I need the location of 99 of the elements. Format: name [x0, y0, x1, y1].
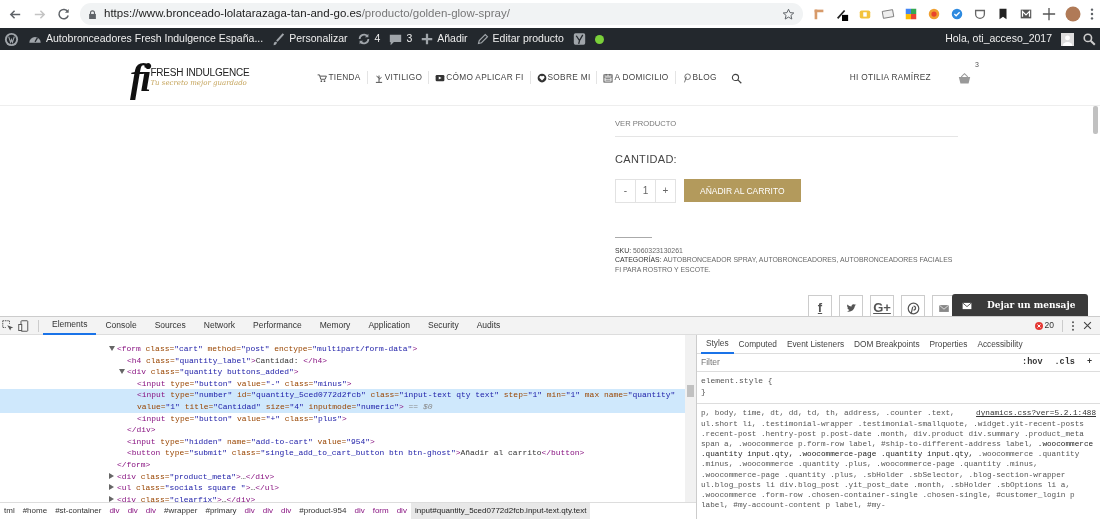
quantity-label: CANTIDAD: — [615, 152, 678, 168]
comment-icon — [389, 32, 403, 46]
close-icon[interactable] — [1083, 321, 1092, 331]
toolbar-button[interactable]: + — [1084, 356, 1094, 369]
devtools-tab[interactable]: Memory — [310, 316, 360, 335]
admin-bar-link[interactable]: Editar producto — [492, 31, 564, 47]
cart-icon — [317, 72, 328, 83]
star-icon[interactable] — [782, 7, 795, 21]
toolbar-button[interactable]: .cls — [1052, 356, 1077, 369]
devtools-tab[interactable]: Security — [418, 316, 468, 335]
brush-icon — [272, 32, 286, 46]
search-icon[interactable] — [730, 72, 742, 84]
nav-link[interactable]: BLOG — [675, 71, 723, 84]
logo-mark[interactable]: fi — [130, 57, 149, 98]
admin-bar-link[interactable]: Autobronceadores Fresh Indulgence España... — [46, 31, 264, 47]
inspect-icon[interactable] — [2, 319, 14, 332]
breadcrumb-item[interactable]: div — [123, 503, 142, 519]
nav-link[interactable]: SOBRE MI — [530, 71, 598, 84]
toolbar-button[interactable]: :hov — [1020, 356, 1045, 369]
panel-tab[interactable]: Styles — [701, 334, 734, 354]
nav-link[interactable]: A DOMICILIO — [597, 71, 676, 84]
wordpress-icon[interactable] — [4, 31, 19, 47]
devtools-tab[interactable]: Audits — [467, 316, 510, 335]
url-text: https://www.bronceado-lolatarazaga-tan-and-go.es/producto/golden-glow-spray/ — [104, 6, 510, 22]
breadcrumb-item[interactable]: #st-container — [51, 503, 106, 519]
pencil-icon — [476, 33, 489, 45]
panel-tab[interactable]: Properties — [924, 334, 973, 354]
breadcrumb-item[interactable]: input#quantity_5ced0772d2fcb.input-text.qty.text — [410, 503, 591, 519]
lock-icon — [88, 8, 97, 20]
devtools-tab[interactable]: Sources — [145, 316, 195, 335]
breadcrumb-item[interactable]: div — [141, 503, 161, 519]
breadcrumb-item[interactable]: #primary — [201, 503, 241, 519]
pin-icon — [681, 72, 692, 83]
panel-tab[interactable]: Accessibility — [972, 334, 1028, 354]
devtools-tab[interactable]: Network — [194, 316, 244, 335]
greeting-link[interactable]: Hola, oti_acceso_2017 — [945, 31, 1052, 47]
devtools-tab[interactable]: Application — [359, 316, 419, 335]
panel-tab[interactable]: DOM Breakpoints — [849, 334, 925, 354]
heart-icon — [536, 72, 547, 83]
search-icon[interactable] — [1083, 32, 1096, 46]
share-button[interactable] — [839, 295, 863, 316]
breadcrumb-item[interactable]: #home — [18, 503, 52, 519]
error-count[interactable]: 20 — [1044, 319, 1054, 332]
menu-icon[interactable] — [1090, 7, 1094, 21]
envelope-icon — [961, 301, 973, 311]
pin-icon — [906, 301, 920, 315]
breadcrumb-item[interactable]: div — [105, 503, 124, 519]
devtools-tab[interactable]: Console — [96, 316, 146, 335]
breadcrumb-item[interactable]: div — [240, 503, 259, 519]
admin-bar-link[interactable]: 3 — [406, 31, 413, 47]
expand-arrow-icon[interactable] — [109, 484, 114, 491]
logo-text[interactable]: FRESH INDULGENCE — [150, 66, 250, 78]
quantity-stepper[interactable]: - 1 + — [615, 178, 676, 203]
play-icon — [435, 72, 446, 83]
error-icon — [1034, 321, 1043, 330]
user-greeting[interactable]: HI OTILIA RAMÍREZ — [849, 71, 931, 84]
seo-plugin-icon[interactable] — [572, 32, 586, 46]
devtools-tab[interactable]: Performance — [244, 316, 311, 335]
breadcrumb-item[interactable]: div — [350, 503, 369, 519]
basket-icon[interactable] — [956, 71, 972, 85]
breadcrumb-item[interactable]: div — [277, 503, 296, 519]
share-button[interactable]: f — [808, 295, 832, 316]
breadcrumb-item[interactable]: div — [392, 503, 411, 519]
chat-widget[interactable]: Dejar un mensaje — [952, 294, 1088, 316]
avatar-icon[interactable] — [1061, 32, 1074, 46]
share-button[interactable] — [901, 295, 925, 316]
collapse-arrow-icon[interactable] — [119, 369, 125, 375]
expand-arrow-icon[interactable] — [109, 495, 114, 502]
scrollbar[interactable] — [685, 335, 696, 502]
collapse-arrow-icon[interactable] — [109, 346, 115, 351]
nav-link[interactable]: CÓMO APLICAR FI — [429, 71, 531, 84]
reload-icon[interactable] — [56, 6, 71, 22]
plus-icon — [421, 33, 434, 45]
bird-icon — [844, 302, 858, 314]
breadcrumb-item[interactable]: #product-954 — [295, 503, 351, 519]
extension-icon[interactable] — [1019, 7, 1033, 21]
nav-link[interactable]: VITILIGO — [367, 71, 430, 84]
scrollbar[interactable] — [1093, 106, 1098, 134]
filter-field[interactable]: Filter — [701, 356, 1013, 369]
more-icon[interactable] — [1071, 319, 1075, 332]
devtools-tab[interactable]: Elements — [43, 316, 97, 335]
calendar-icon — [603, 72, 614, 83]
admin-bar-link[interactable]: 4 — [374, 31, 381, 47]
device-icon[interactable] — [18, 319, 30, 332]
admin-bar-link[interactable]: Personalizar — [289, 31, 348, 47]
nav-link[interactable]: TIENDA — [311, 71, 368, 84]
envelope-icon — [937, 302, 951, 314]
breadcrumb-item[interactable]: #wrapper — [160, 503, 202, 519]
extension-icon[interactable] — [835, 7, 849, 21]
breadcrumb-item[interactable]: form — [368, 503, 393, 519]
breadcrumb-item[interactable]: tml — [0, 503, 19, 519]
admin-bar-link[interactable]: Añadir — [437, 31, 468, 47]
expand-arrow-icon[interactable] — [109, 472, 114, 479]
share-button[interactable]: G+ — [870, 295, 894, 316]
panel-tab[interactable]: Event Listeners — [781, 334, 850, 354]
refresh-icon — [356, 32, 371, 46]
panel-tab[interactable]: Computed — [733, 334, 782, 354]
breadcrumb-item[interactable]: div — [258, 503, 278, 519]
address-bar[interactable]: https://www.bronceado-lolatarazaga-tan-and-go.es/producto/golden-glow-spray/ — [80, 3, 803, 25]
